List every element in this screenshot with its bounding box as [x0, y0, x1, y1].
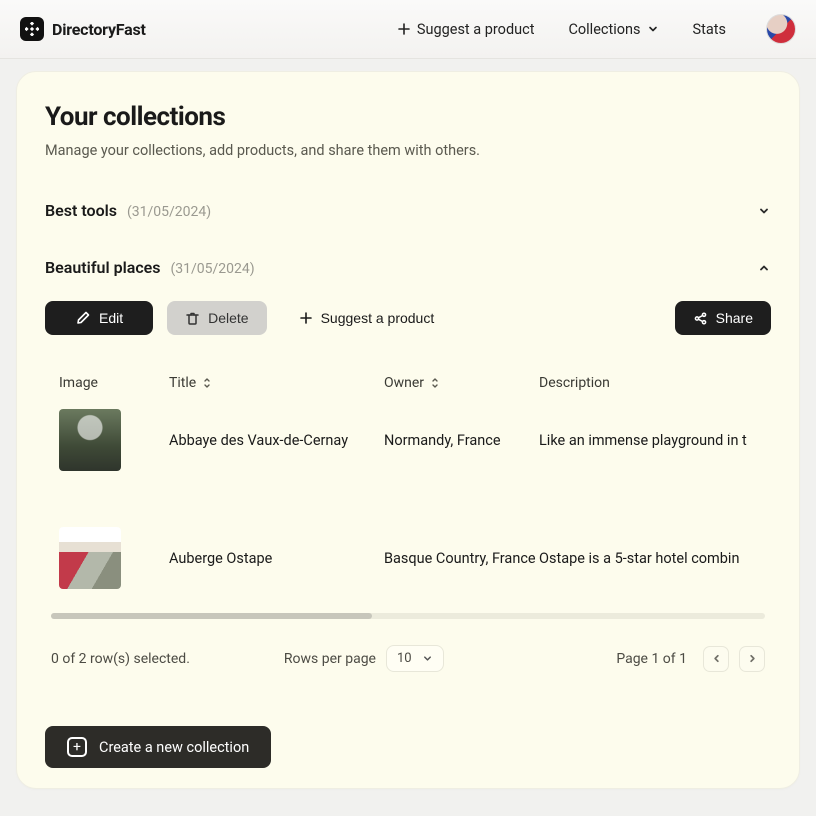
table-header: Image Title Owner Description	[45, 375, 771, 391]
row-title: Auberge Ostape	[169, 550, 384, 567]
th-owner[interactable]: Owner	[384, 375, 539, 391]
collection-date: (31/05/2024)	[170, 261, 254, 277]
collection-actions: Edit Delete Suggest a product Share	[45, 301, 771, 335]
create-collection-button[interactable]: + Create a new collection	[45, 726, 271, 768]
chevron-down-icon	[422, 653, 433, 664]
th-image: Image	[59, 375, 169, 391]
plus-icon	[299, 311, 313, 325]
nav-stats[interactable]: Stats	[693, 21, 726, 38]
delete-button[interactable]: Delete	[167, 301, 266, 335]
create-collection-label: Create a new collection	[99, 739, 249, 756]
sort-icon	[430, 377, 440, 389]
selection-status: 0 of 2 row(s) selected.	[51, 651, 190, 667]
plus-square-icon: +	[67, 737, 87, 757]
collection-name: Best tools	[45, 201, 117, 220]
table-row[interactable]: Abbaye des Vaux-de-Cernay Normandy, Fran…	[45, 391, 771, 489]
brand-logo-icon	[20, 17, 44, 41]
collection-row-best-tools[interactable]: Best tools (31/05/2024)	[45, 201, 771, 220]
row-owner: Normandy, France	[384, 432, 539, 449]
edit-button[interactable]: Edit	[45, 301, 153, 335]
nav-stats-label: Stats	[693, 21, 726, 38]
collection-name: Beautiful places	[45, 258, 161, 277]
plus-icon	[397, 22, 411, 36]
user-avatar[interactable]	[766, 14, 796, 44]
nav-collections-label: Collections	[568, 21, 640, 38]
table-footer: 0 of 2 row(s) selected. Rows per page 10…	[45, 645, 771, 672]
row-title: Abbaye des Vaux-de-Cernay	[169, 432, 384, 449]
collection-date: (31/05/2024)	[127, 204, 211, 220]
collections-card: Your collections Manage your collections…	[16, 71, 800, 789]
page-title: Your collections	[45, 102, 771, 132]
brand-name: DirectoryFast	[52, 20, 146, 39]
delete-label: Delete	[208, 310, 248, 326]
page-subtitle: Manage your collections, add products, a…	[45, 142, 771, 159]
table-row[interactable]: Auberge Ostape Basque Country, France Os…	[45, 509, 771, 607]
page-indicator: Page 1 of 1	[616, 651, 687, 667]
row-description: Ostape is a 5-star hotel combin	[539, 550, 757, 567]
row-thumbnail	[59, 409, 121, 471]
edit-icon	[75, 310, 91, 326]
horizontal-scrollbar[interactable]	[51, 613, 765, 619]
suggest-label: Suggest a product	[321, 310, 435, 326]
row-owner: Basque Country, France	[384, 550, 539, 567]
chevron-up-icon	[757, 261, 771, 275]
th-description: Description	[539, 375, 757, 391]
rows-per-page-select[interactable]: 10	[386, 645, 444, 672]
chevron-right-icon	[747, 653, 758, 664]
suggest-product-button[interactable]: Suggest a product	[281, 301, 453, 335]
share-icon	[693, 311, 708, 326]
chevron-left-icon	[711, 653, 722, 664]
nav-collections[interactable]: Collections	[568, 21, 658, 38]
share-label: Share	[716, 310, 753, 326]
rows-per-page-label: Rows per page	[284, 651, 376, 667]
rows-per-page-value: 10	[397, 651, 412, 666]
brand[interactable]: DirectoryFast	[20, 17, 146, 41]
sort-icon	[202, 377, 212, 389]
chevron-down-icon	[757, 204, 771, 218]
row-thumbnail	[59, 527, 121, 589]
trash-icon	[185, 311, 200, 326]
chevron-down-icon	[647, 23, 659, 35]
top-nav: DirectoryFast Suggest a product Collecti…	[0, 0, 816, 59]
edit-label: Edit	[99, 310, 123, 326]
next-page-button[interactable]	[739, 646, 765, 672]
prev-page-button[interactable]	[703, 646, 729, 672]
row-description: Like an immense playground in t	[539, 432, 757, 449]
share-button[interactable]: Share	[675, 301, 771, 335]
th-title[interactable]: Title	[169, 375, 384, 391]
nav-suggest-label: Suggest a product	[417, 21, 535, 38]
collection-row-beautiful-places[interactable]: Beautiful places (31/05/2024)	[45, 258, 771, 277]
products-table: Image Title Owner Description Abbaye des…	[45, 375, 771, 619]
nav-suggest-product[interactable]: Suggest a product	[397, 21, 535, 38]
